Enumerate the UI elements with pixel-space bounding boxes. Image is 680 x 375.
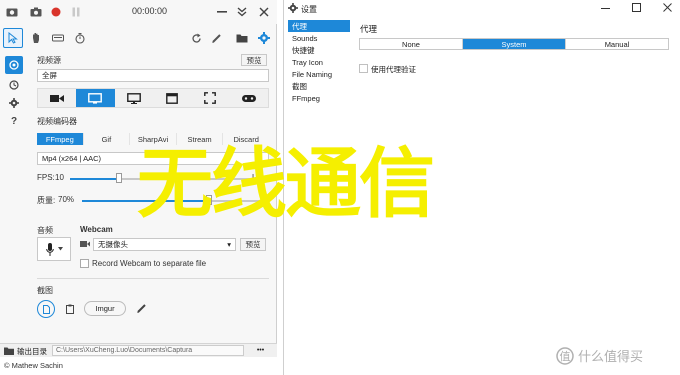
quality-label: 质量:	[37, 196, 56, 205]
maximize-icon[interactable]	[632, 3, 644, 13]
webcam-preview-button[interactable]: 预览	[240, 238, 266, 251]
source-type-bar	[37, 88, 269, 108]
fps-limit-label: Lim	[252, 173, 265, 182]
sidebar-item-proxy[interactable]: 代理	[288, 20, 350, 32]
region-icon[interactable]	[191, 89, 229, 107]
edit-pen-icon[interactable]	[136, 303, 148, 315]
settings-sidebar: 代理 Sounds 快捷键 Tray Icon File Naming 截图 F…	[288, 20, 350, 103]
video-source-label: 视频源	[37, 56, 61, 65]
monitor-icon[interactable]	[115, 89, 153, 107]
browse-more-button[interactable]: •••	[248, 345, 273, 356]
minimize-icon[interactable]	[601, 3, 613, 13]
output-path-field[interactable]: C:\Users\XuCheng.Luo\Documents\Captura	[52, 345, 244, 356]
sidebar-item-file-naming[interactable]: File Naming	[288, 68, 350, 80]
copyright-text: © Mathew Sachin	[4, 361, 63, 370]
quality-value: 70%	[58, 195, 75, 204]
capture-app: 00:00:00 ? 视频源 预览 全屏 视频编码器 FFmpeg Gif Sh…	[0, 0, 277, 375]
codec-value: Mp4 (x264 | AAC)	[42, 154, 102, 163]
chevron-down-icon: ▾	[227, 240, 231, 249]
help-icon[interactable]: ?	[5, 112, 23, 130]
top-toolbar: 00:00:00	[0, 0, 277, 24]
chevron-down-icon	[57, 247, 63, 251]
clipboard-icon[interactable]	[64, 303, 76, 315]
record-webcam-checkbox[interactable]	[80, 259, 89, 268]
webcam-source-icon[interactable]	[38, 89, 76, 107]
quality-slider-thumb[interactable]	[206, 195, 212, 205]
proxy-heading: 代理	[360, 24, 378, 34]
fps-value: 10	[55, 173, 64, 182]
settings-title: 设置	[301, 5, 317, 14]
encoder-ffmpeg[interactable]: FFmpeg	[37, 133, 84, 145]
screenshot-label: 截图	[37, 286, 53, 295]
file-icon[interactable]	[37, 300, 55, 318]
codec-select[interactable]: Mp4 (x264 | AAC)	[37, 152, 269, 165]
record-icon[interactable]	[48, 4, 64, 20]
encoder-gif[interactable]: Gif	[84, 133, 131, 145]
record-webcam-label: Record Webcam to separate file	[92, 259, 207, 268]
keyboard-icon[interactable]	[48, 28, 68, 48]
audio-label: 音频	[37, 226, 53, 235]
pointer-tool[interactable]	[3, 28, 23, 48]
screen-source-icon[interactable]	[76, 89, 115, 107]
webcam-select-value: 无摄像头	[98, 240, 128, 249]
settings-gear-icon	[288, 3, 298, 13]
proxy-option-none[interactable]: None	[360, 39, 463, 49]
footer: © Mathew Sachin	[0, 357, 277, 375]
tool-row	[0, 28, 277, 50]
sidebar-item-screenshot[interactable]: 截图	[288, 80, 350, 92]
side-nav: ?	[0, 52, 28, 342]
folder-icon[interactable]	[232, 28, 252, 48]
minimize-icon[interactable]	[214, 4, 230, 20]
pencil-icon[interactable]	[206, 28, 226, 48]
gamepad-icon[interactable]	[230, 89, 268, 107]
microphone-button[interactable]	[37, 237, 71, 261]
settings-window: 设置 代理 Sounds 快捷键 Tray Icon File Naming 截…	[283, 0, 680, 375]
divider	[37, 278, 269, 279]
settings-gear-icon[interactable]	[254, 28, 274, 48]
home-icon[interactable]	[5, 56, 23, 74]
proxy-auth-checkbox[interactable]	[359, 64, 368, 73]
status-bar: 输出目录 C:\Users\XuCheng.Luo\Documents\Capt…	[0, 343, 277, 357]
microphone-icon	[45, 242, 54, 256]
proxy-option-system[interactable]: System	[463, 39, 566, 49]
close-icon[interactable]	[256, 4, 272, 20]
proxy-mode-selector: None System Manual	[359, 38, 669, 50]
webcam-icon	[80, 240, 90, 248]
hand-icon[interactable]	[26, 28, 46, 48]
gear-icon[interactable]	[5, 94, 23, 112]
stopwatch-icon[interactable]	[70, 28, 90, 48]
fps-label: FPS:	[37, 173, 55, 182]
source-field[interactable]: 全屏	[37, 69, 269, 82]
encoder-tabs: FFmpeg Gif SharpAvi Stream Discard	[37, 133, 269, 145]
webcam-select[interactable]: 无摄像头 ▾	[93, 238, 236, 251]
sidebar-item-sounds[interactable]: Sounds	[288, 32, 350, 44]
pause-icon[interactable]	[68, 4, 84, 20]
output-folder-icon[interactable]	[4, 347, 14, 355]
close-icon[interactable]	[663, 3, 675, 13]
screenshot-icon[interactable]	[4, 4, 20, 20]
camera-icon[interactable]	[28, 4, 44, 20]
webcam-label: Webcam	[80, 225, 113, 234]
sidebar-item-tray-icon[interactable]: Tray Icon	[288, 56, 350, 68]
refresh-icon[interactable]	[186, 28, 206, 48]
history-icon[interactable]	[5, 76, 23, 94]
fps-slider-fill	[70, 178, 118, 180]
settings-titlebar: 设置	[284, 0, 680, 17]
encoder-sharpavi[interactable]: SharpAvi	[130, 133, 177, 145]
video-encoder-label: 视频编码器	[37, 117, 77, 126]
encoder-stream[interactable]: Stream	[177, 133, 224, 145]
recording-timer: 00:00:00	[132, 6, 168, 16]
preview-button[interactable]: 预览	[241, 54, 267, 66]
proxy-auth-label: 使用代理验证	[371, 65, 416, 74]
window-icon[interactable]	[153, 89, 191, 107]
sidebar-item-hotkeys[interactable]: 快捷键	[288, 44, 350, 56]
collapse-icon[interactable]	[234, 4, 250, 20]
sidebar-item-ffmpeg[interactable]: FFmpeg	[288, 92, 350, 104]
output-dir-label: 输出目录	[17, 347, 47, 356]
encoder-discard[interactable]: Discard	[223, 133, 269, 145]
fps-slider-thumb[interactable]	[116, 173, 122, 183]
imgur-button[interactable]: Imgur	[84, 301, 126, 316]
proxy-option-manual[interactable]: Manual	[566, 39, 668, 49]
quality-slider-fill	[82, 200, 208, 202]
